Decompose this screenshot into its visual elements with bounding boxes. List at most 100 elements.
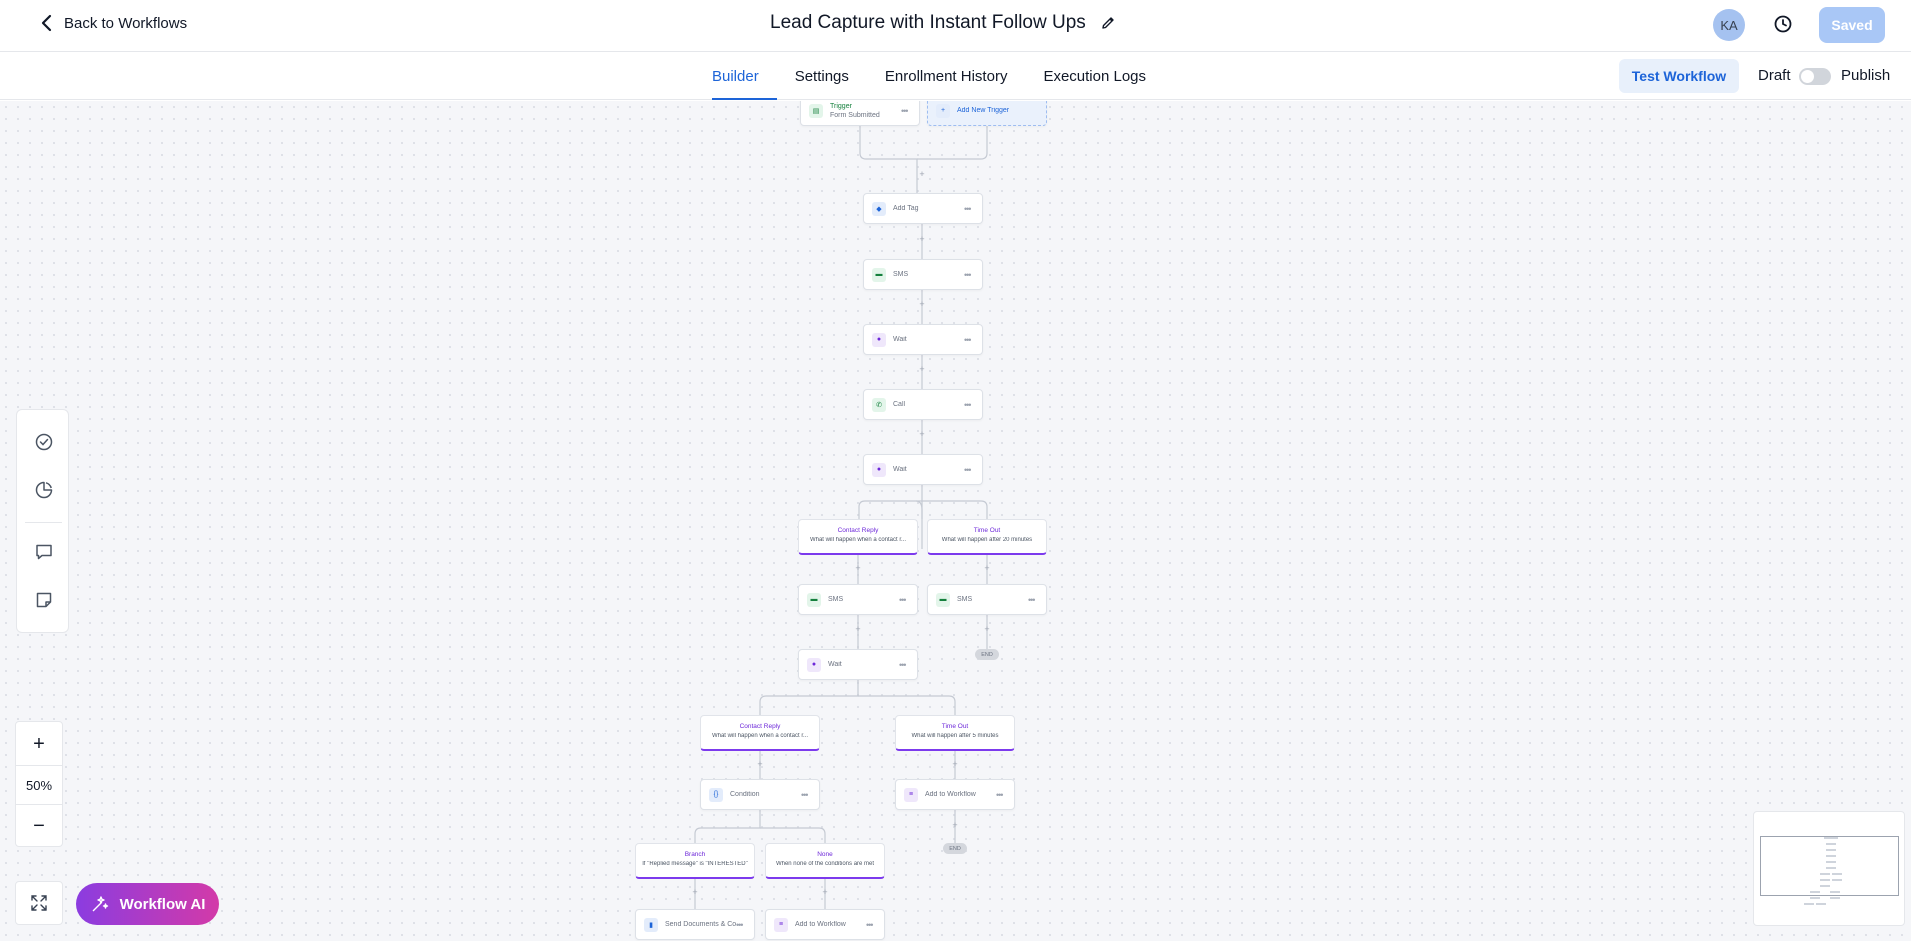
add-step-plus[interactable]: +	[918, 234, 926, 244]
end-marker: END	[943, 843, 967, 854]
zoom-level: 50%	[16, 765, 62, 805]
test-workflow-button[interactable]: Test Workflow	[1619, 59, 1739, 93]
minimap-viewport[interactable]	[1760, 836, 1899, 896]
tab-builder[interactable]: Builder	[712, 52, 777, 100]
add-step-plus[interactable]: +	[951, 759, 959, 769]
node-label: Wait	[828, 661, 842, 668]
workflow-canvas[interactable]: ▤ Trigger Form Submitted ••• + Add New T…	[0, 101, 1911, 941]
condition-icon: {}	[709, 787, 723, 802]
tab-enrollment-history[interactable]: Enrollment History	[867, 52, 1026, 100]
check-circle-icon[interactable]	[34, 432, 54, 452]
expand-icon	[31, 895, 47, 911]
add-step-plus[interactable]: +	[951, 820, 959, 830]
publish-toggle[interactable]	[1799, 68, 1831, 85]
more-options-icon[interactable]: •••	[964, 270, 978, 280]
wait-node[interactable]: ● Wait •••	[798, 649, 918, 680]
add-to-workflow-node[interactable]: ≡ Add to Workflow •••	[895, 779, 1015, 810]
ai-button-label: Workflow AI	[119, 895, 206, 913]
time-out-branch[interactable]: Time Out What will happen after 5 minute…	[895, 715, 1015, 751]
tag-icon: ◆	[872, 201, 886, 216]
edit-pencil-icon[interactable]	[1100, 15, 1116, 31]
wait-node[interactable]: ● Wait •••	[863, 454, 983, 485]
contact-reply-branch[interactable]: Contact Reply What will happen when a co…	[700, 715, 820, 751]
back-label: Back to Workflows	[64, 14, 188, 32]
phone-icon: ✆	[872, 397, 886, 412]
add-step-plus[interactable]: +	[854, 563, 862, 573]
add-step-plus[interactable]: +	[918, 429, 926, 439]
sms-node[interactable]: ▬ SMS •••	[798, 584, 918, 615]
more-options-icon[interactable]: •••	[899, 660, 913, 670]
saved-button[interactable]: Saved	[1819, 7, 1885, 43]
add-to-workflow-node[interactable]: ≡ Add to Workflow •••	[765, 909, 885, 940]
add-tag-node[interactable]: ◆ Add Tag •••	[863, 193, 983, 224]
zoom-in-button[interactable]: +	[16, 724, 62, 764]
add-step-plus[interactable]: +	[691, 887, 699, 897]
time-out-branch[interactable]: Time Out What will happen after 20 minut…	[927, 519, 1047, 555]
comment-icon[interactable]	[34, 542, 54, 562]
node-label: Add Tag	[893, 205, 919, 212]
sms-node[interactable]: ▬ SMS •••	[927, 584, 1047, 615]
node-label: SMS	[828, 596, 844, 603]
history-icon[interactable]	[1772, 13, 1794, 35]
tab-execution-logs[interactable]: Execution Logs	[1025, 52, 1164, 100]
more-options-icon[interactable]: •••	[801, 790, 815, 800]
minimap[interactable]	[1753, 811, 1905, 926]
toolbox-divider	[25, 522, 62, 523]
send-documents-node[interactable]: ▮ Send Documents & Contracts •••	[635, 909, 755, 940]
branch-subtitle: What will happen after 20 minutes	[941, 537, 1033, 543]
draft-label: Draft	[1758, 67, 1791, 84]
end-marker: END	[975, 649, 999, 660]
add-step-plus[interactable]: +	[756, 759, 764, 769]
call-node[interactable]: ✆ Call •••	[863, 389, 983, 420]
add-new-trigger-node[interactable]: + Add New Trigger	[927, 101, 1047, 126]
branch-subtitle: What will happen when a contact r...	[809, 537, 907, 543]
message-icon: ▬	[872, 267, 886, 282]
condition-branch[interactable]: Branch If "Replied message" is "INTEREST…	[635, 843, 755, 879]
branch-title: Time Out	[941, 723, 969, 730]
sticky-note-icon[interactable]	[34, 590, 54, 610]
none-branch[interactable]: None When none of the conditions are met	[765, 843, 885, 879]
more-options-icon[interactable]: •••	[996, 790, 1010, 800]
trigger-subtitle: Form Submitted	[830, 111, 880, 119]
add-step-plus[interactable]: +	[983, 624, 991, 634]
pie-chart-icon[interactable]	[34, 480, 54, 500]
node-label: Condition	[730, 791, 760, 798]
plus-icon: +	[936, 103, 950, 118]
add-step-plus[interactable]: +	[983, 563, 991, 573]
branch-subtitle: If "Replied message" is "INTERESTED"	[642, 861, 748, 867]
branch-title: Contact Reply	[837, 527, 879, 534]
more-options-icon[interactable]: •••	[964, 204, 978, 214]
sms-node[interactable]: ▬ SMS •••	[863, 259, 983, 290]
more-options-icon[interactable]: •••	[1028, 595, 1042, 605]
more-options-icon[interactable]: •••	[736, 920, 750, 930]
workflow-ai-button[interactable]: Workflow AI	[76, 883, 219, 925]
branch-title: Branch	[684, 851, 706, 858]
contact-reply-branch[interactable]: Contact Reply What will happen when a co…	[798, 519, 918, 555]
publish-label: Publish	[1841, 67, 1891, 84]
zoom-out-button[interactable]: −	[16, 806, 62, 846]
zoom-controls: + 50% −	[15, 721, 63, 847]
more-options-icon[interactable]: •••	[866, 920, 880, 930]
branch-title: None	[817, 851, 833, 858]
trigger-node[interactable]: ▤ Trigger Form Submitted •••	[800, 101, 920, 126]
add-trigger-label: Add New Trigger	[957, 107, 1010, 114]
more-options-icon[interactable]: •••	[964, 465, 978, 475]
more-options-icon[interactable]: •••	[901, 106, 915, 116]
add-step-plus[interactable]: +	[854, 624, 862, 634]
more-options-icon[interactable]: •••	[899, 595, 913, 605]
back-to-workflows-link[interactable]: Back to Workflows	[40, 14, 187, 32]
add-step-plus[interactable]: +	[918, 169, 926, 179]
add-step-plus[interactable]: +	[821, 887, 829, 897]
wait-node[interactable]: ● Wait •••	[863, 324, 983, 355]
node-label: SMS	[893, 271, 909, 278]
fit-view-button[interactable]	[15, 881, 63, 925]
tab-settings[interactable]: Settings	[777, 52, 867, 100]
more-options-icon[interactable]: •••	[964, 335, 978, 345]
node-label: Call	[893, 401, 906, 408]
avatar[interactable]: KA	[1713, 9, 1745, 41]
condition-node[interactable]: {} Condition •••	[700, 779, 820, 810]
more-options-icon[interactable]: •••	[964, 400, 978, 410]
add-step-plus[interactable]: +	[918, 299, 926, 309]
document-icon: ▮	[644, 917, 658, 932]
add-step-plus[interactable]: +	[918, 364, 926, 374]
